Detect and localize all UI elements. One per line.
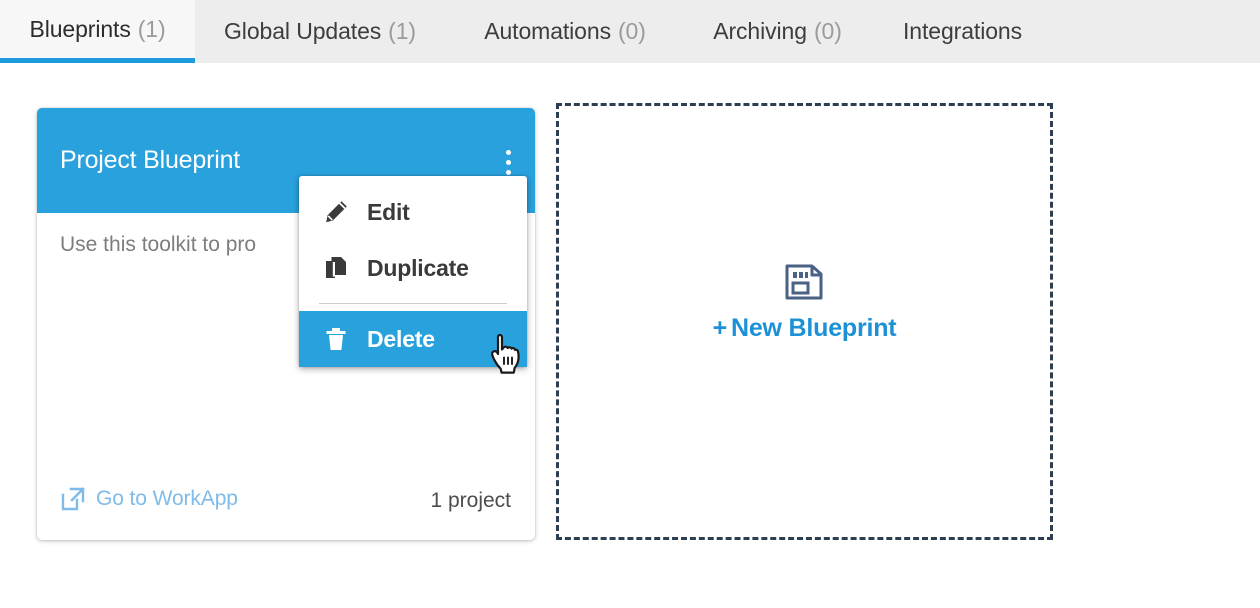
plus-icon: + bbox=[712, 314, 728, 342]
card-context-menu: Edit Duplicate Delete bbox=[299, 176, 527, 367]
kebab-menu-icon[interactable] bbox=[497, 150, 519, 176]
tab-integrations[interactable]: Integrations bbox=[870, 0, 1055, 63]
blueprint-document-icon bbox=[785, 264, 822, 300]
pencil-icon bbox=[321, 197, 351, 227]
tab-count: (1) bbox=[388, 18, 416, 44]
go-to-workapp-label: Go to WorkApp bbox=[96, 487, 238, 510]
tab-bar: Blueprints (1) Global Updates (1) Automati… bbox=[0, 0, 1260, 63]
tab-count: (1) bbox=[137, 15, 166, 42]
menu-item-label: Delete bbox=[367, 325, 435, 352]
tab-label: Global Updates bbox=[224, 18, 382, 44]
tab-blueprints[interactable]: Blueprints (1) bbox=[0, 0, 195, 63]
kebab-dot bbox=[505, 170, 511, 175]
tab-archiving[interactable]: Archiving (0) bbox=[685, 0, 870, 63]
kebab-dot bbox=[505, 150, 511, 155]
tab-label: Integrations bbox=[903, 18, 1022, 44]
tab-label: Blueprints bbox=[29, 15, 131, 42]
duplicate-icon bbox=[321, 253, 351, 283]
content-area: Project Blueprint Use this toolkit to pr… bbox=[0, 63, 1260, 608]
new-blueprint-text: New Blueprint bbox=[730, 314, 897, 342]
project-count: 1 project bbox=[430, 489, 511, 512]
menu-item-edit[interactable]: Edit bbox=[299, 184, 527, 240]
tab-count: (0) bbox=[813, 18, 842, 44]
external-link-icon bbox=[61, 487, 85, 511]
menu-item-duplicate[interactable]: Duplicate bbox=[299, 240, 527, 296]
tab-global-updates[interactable]: Global Updates (1) bbox=[195, 0, 445, 63]
card-footer: Go to WorkApp 1 project bbox=[37, 472, 535, 540]
menu-item-label: Duplicate bbox=[367, 254, 469, 281]
tab-label: Archiving bbox=[713, 18, 807, 44]
new-blueprint-tile[interactable]: + New Blueprint bbox=[556, 103, 1053, 540]
tab-label: Automations bbox=[484, 18, 611, 44]
tab-automations[interactable]: Automations (0) bbox=[445, 0, 685, 63]
menu-divider bbox=[319, 303, 507, 304]
card-title: Project Blueprint bbox=[60, 146, 241, 174]
go-to-workapp-link[interactable]: Go to WorkApp bbox=[60, 486, 238, 512]
menu-item-label: Edit bbox=[367, 198, 410, 225]
kebab-dot bbox=[505, 160, 511, 165]
trash-icon bbox=[321, 324, 351, 354]
new-blueprint-inner: + New Blueprint bbox=[559, 264, 1050, 343]
tab-count: (0) bbox=[617, 18, 646, 44]
menu-item-delete[interactable]: Delete bbox=[299, 311, 527, 367]
new-blueprint-label: + New Blueprint bbox=[559, 314, 1050, 343]
